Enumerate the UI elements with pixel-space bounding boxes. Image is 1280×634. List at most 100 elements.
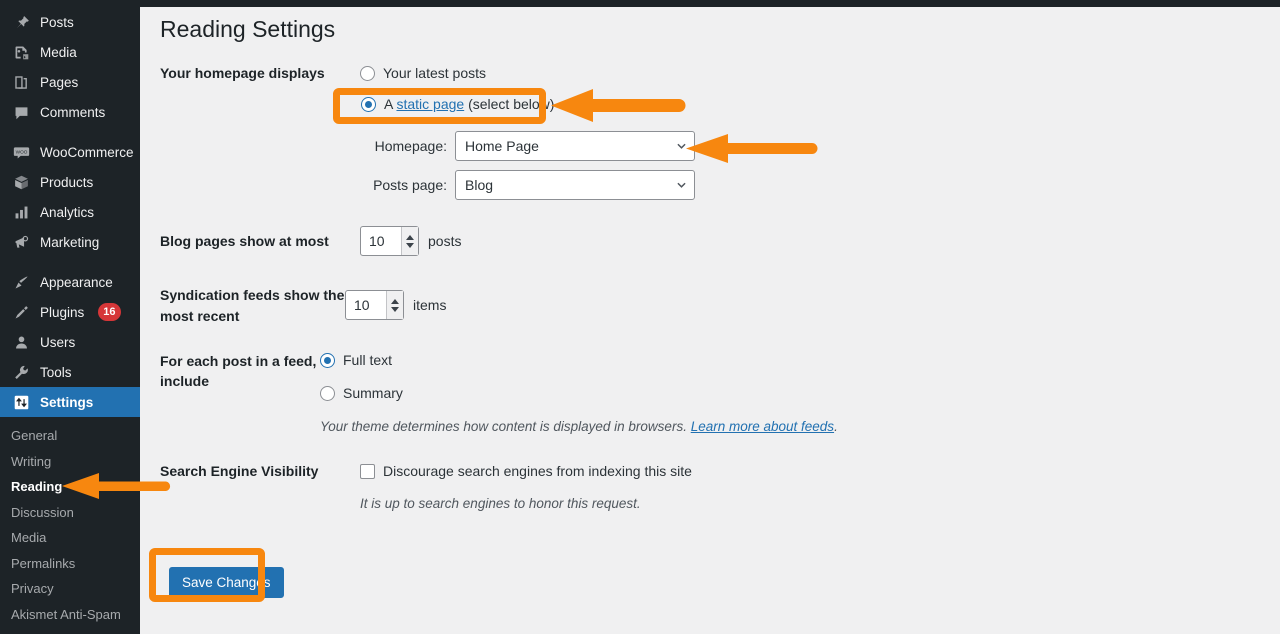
pages-icon bbox=[11, 72, 31, 92]
radio-label: A static page (select below) bbox=[384, 96, 555, 112]
submenu-item-privacy[interactable]: Privacy bbox=[0, 576, 140, 602]
row-label: Search Engine Visibility bbox=[160, 463, 319, 480]
reading-settings-form: Your homepage displays Your latest posts… bbox=[160, 62, 1240, 515]
submenu-item-writing[interactable]: Writing bbox=[0, 449, 140, 475]
radio-button[interactable] bbox=[320, 352, 335, 368]
blog-pages-value: 10 bbox=[369, 233, 385, 249]
sidebar-item-plugins[interactable]: Plugins 16 bbox=[0, 297, 140, 327]
submenu-item-media[interactable]: Media bbox=[0, 525, 140, 551]
posts-page-select[interactable]: Blog bbox=[455, 170, 695, 200]
sidebar-separator bbox=[0, 127, 140, 137]
search-visibility-description: It is up to search engines to honor this… bbox=[360, 496, 641, 512]
submenu-item-discussion[interactable]: Discussion bbox=[0, 500, 140, 526]
row-syndication-feeds: Syndication feeds show the most recent 1… bbox=[160, 273, 1240, 337]
row-feed-include: For each post in a feed, include Full te… bbox=[160, 337, 1240, 437]
settings-submenu: General Writing Reading Discussion Media… bbox=[0, 417, 140, 634]
checkbox-input[interactable] bbox=[360, 463, 375, 479]
feed-include-description: Your theme determines how content is dis… bbox=[320, 419, 838, 434]
row-search-visibility: Search Engine Visibility Discourage sear… bbox=[160, 437, 1240, 514]
submenu-item-akismet[interactable]: Akismet Anti-Spam bbox=[0, 602, 140, 628]
appearance-icon bbox=[11, 272, 31, 292]
syndication-feeds-input[interactable]: 10 bbox=[345, 290, 404, 320]
homepage-select-value: Home Page bbox=[465, 138, 539, 154]
posts-page-select-label: Posts page: bbox=[373, 177, 447, 193]
tools-icon bbox=[11, 362, 31, 382]
row-blog-pages: Blog pages show at most 10 posts bbox=[160, 209, 1240, 273]
sidebar-item-label: Tools bbox=[40, 364, 72, 380]
submenu-item-permalinks[interactable]: Permalinks bbox=[0, 551, 140, 577]
sidebar-item-media[interactable]: Media bbox=[0, 37, 140, 67]
media-icon bbox=[11, 42, 31, 62]
sidebar-item-label: Settings bbox=[40, 394, 94, 410]
page-title: Reading Settings bbox=[160, 16, 336, 42]
sidebar-item-appearance[interactable]: Appearance bbox=[0, 267, 140, 297]
radio-static-page[interactable]: A static page (select below) bbox=[360, 93, 1240, 115]
row-label: For each post in a feed, include bbox=[160, 353, 317, 390]
sidebar-item-label: Comments bbox=[40, 104, 106, 120]
radio-button[interactable] bbox=[320, 385, 335, 401]
blog-pages-input[interactable]: 10 bbox=[360, 226, 419, 256]
syndication-feeds-stepper[interactable] bbox=[386, 291, 403, 319]
radio-full-text[interactable]: Full text bbox=[320, 349, 1240, 371]
radio-label: Full text bbox=[343, 352, 393, 368]
sidebar-item-tools[interactable]: Tools bbox=[0, 357, 140, 387]
radio-label: Summary bbox=[343, 385, 403, 401]
sidebar-item-woocommerce[interactable]: WOO WooCommerce bbox=[0, 137, 140, 167]
stepper-down-icon[interactable] bbox=[406, 242, 414, 248]
homepage-select-label: Homepage: bbox=[374, 138, 447, 154]
stepper-up-icon[interactable] bbox=[406, 234, 414, 240]
radio-latest-posts[interactable]: Your latest posts bbox=[360, 62, 1240, 84]
row-homepage-displays: Your homepage displays Your latest posts… bbox=[160, 62, 1240, 209]
sidebar-item-analytics[interactable]: Analytics bbox=[0, 197, 140, 227]
blog-pages-stepper[interactable] bbox=[401, 227, 418, 255]
blog-pages-unit: posts bbox=[428, 233, 462, 249]
stepper-up-icon[interactable] bbox=[391, 298, 399, 304]
sidebar-item-settings[interactable]: Settings bbox=[0, 387, 148, 417]
main-content: Reading Settings Your homepage displays … bbox=[140, 7, 1280, 634]
sidebar-item-label: WooCommerce bbox=[40, 144, 134, 160]
sidebar-separator bbox=[0, 257, 140, 267]
submenu-item-general[interactable]: General bbox=[0, 423, 140, 449]
users-icon bbox=[11, 332, 31, 352]
sidebar-item-label: Pages bbox=[40, 74, 79, 90]
sidebar-item-marketing[interactable]: Marketing bbox=[0, 227, 140, 257]
sidebar-item-products[interactable]: Products bbox=[0, 167, 140, 197]
sidebar-item-label: Posts bbox=[40, 14, 74, 30]
sidebar-item-label: Users bbox=[40, 334, 76, 350]
screen: Posts Media Pages Comments WOO WooCommer… bbox=[0, 0, 1280, 634]
analytics-icon bbox=[11, 202, 31, 222]
sidebar-item-label: Products bbox=[40, 174, 94, 190]
woocommerce-icon: WOO bbox=[11, 142, 31, 162]
comment-icon bbox=[11, 102, 31, 122]
radio-summary[interactable]: Summary bbox=[320, 382, 1240, 404]
syndication-feeds-unit: items bbox=[413, 297, 447, 313]
svg-text:WOO: WOO bbox=[15, 149, 27, 154]
sidebar-item-pages[interactable]: Pages bbox=[0, 67, 140, 97]
save-button[interactable]: Save Changes bbox=[169, 567, 284, 598]
submenu-item-reading[interactable]: Reading bbox=[0, 474, 140, 500]
posts-page-select-value: Blog bbox=[465, 177, 494, 193]
chevron-down-icon bbox=[677, 182, 686, 188]
row-label: Your homepage displays bbox=[160, 65, 325, 81]
sidebar-item-users[interactable]: Users bbox=[0, 327, 140, 357]
checkbox-discourage-search[interactable]: Discourage search engines from indexing … bbox=[360, 460, 1240, 482]
homepage-select-row: Homepage: Home Page bbox=[360, 131, 1240, 161]
settings-icon bbox=[11, 392, 31, 412]
chevron-down-icon bbox=[677, 143, 686, 149]
static-page-link[interactable]: static page bbox=[396, 96, 464, 112]
checkbox-label: Discourage search engines from indexing … bbox=[383, 463, 692, 480]
posts-page-select-row: Posts page: Blog bbox=[360, 170, 1240, 200]
stepper-down-icon[interactable] bbox=[391, 306, 399, 312]
homepage-select[interactable]: Home Page bbox=[455, 131, 695, 161]
sidebar-item-posts[interactable]: Posts bbox=[0, 7, 140, 37]
radio-button[interactable] bbox=[361, 96, 376, 112]
sidebar-item-label: Marketing bbox=[40, 234, 100, 250]
radio-button[interactable] bbox=[360, 65, 375, 81]
syndication-feeds-value: 10 bbox=[354, 297, 370, 313]
plugins-icon bbox=[11, 302, 31, 322]
admin-bar bbox=[0, 0, 1280, 7]
learn-more-feeds-link[interactable]: Learn more about feeds bbox=[691, 419, 834, 434]
row-label: Blog pages show at most bbox=[160, 233, 329, 250]
sidebar-item-label: Media bbox=[40, 44, 77, 60]
sidebar-item-comments[interactable]: Comments bbox=[0, 97, 140, 127]
